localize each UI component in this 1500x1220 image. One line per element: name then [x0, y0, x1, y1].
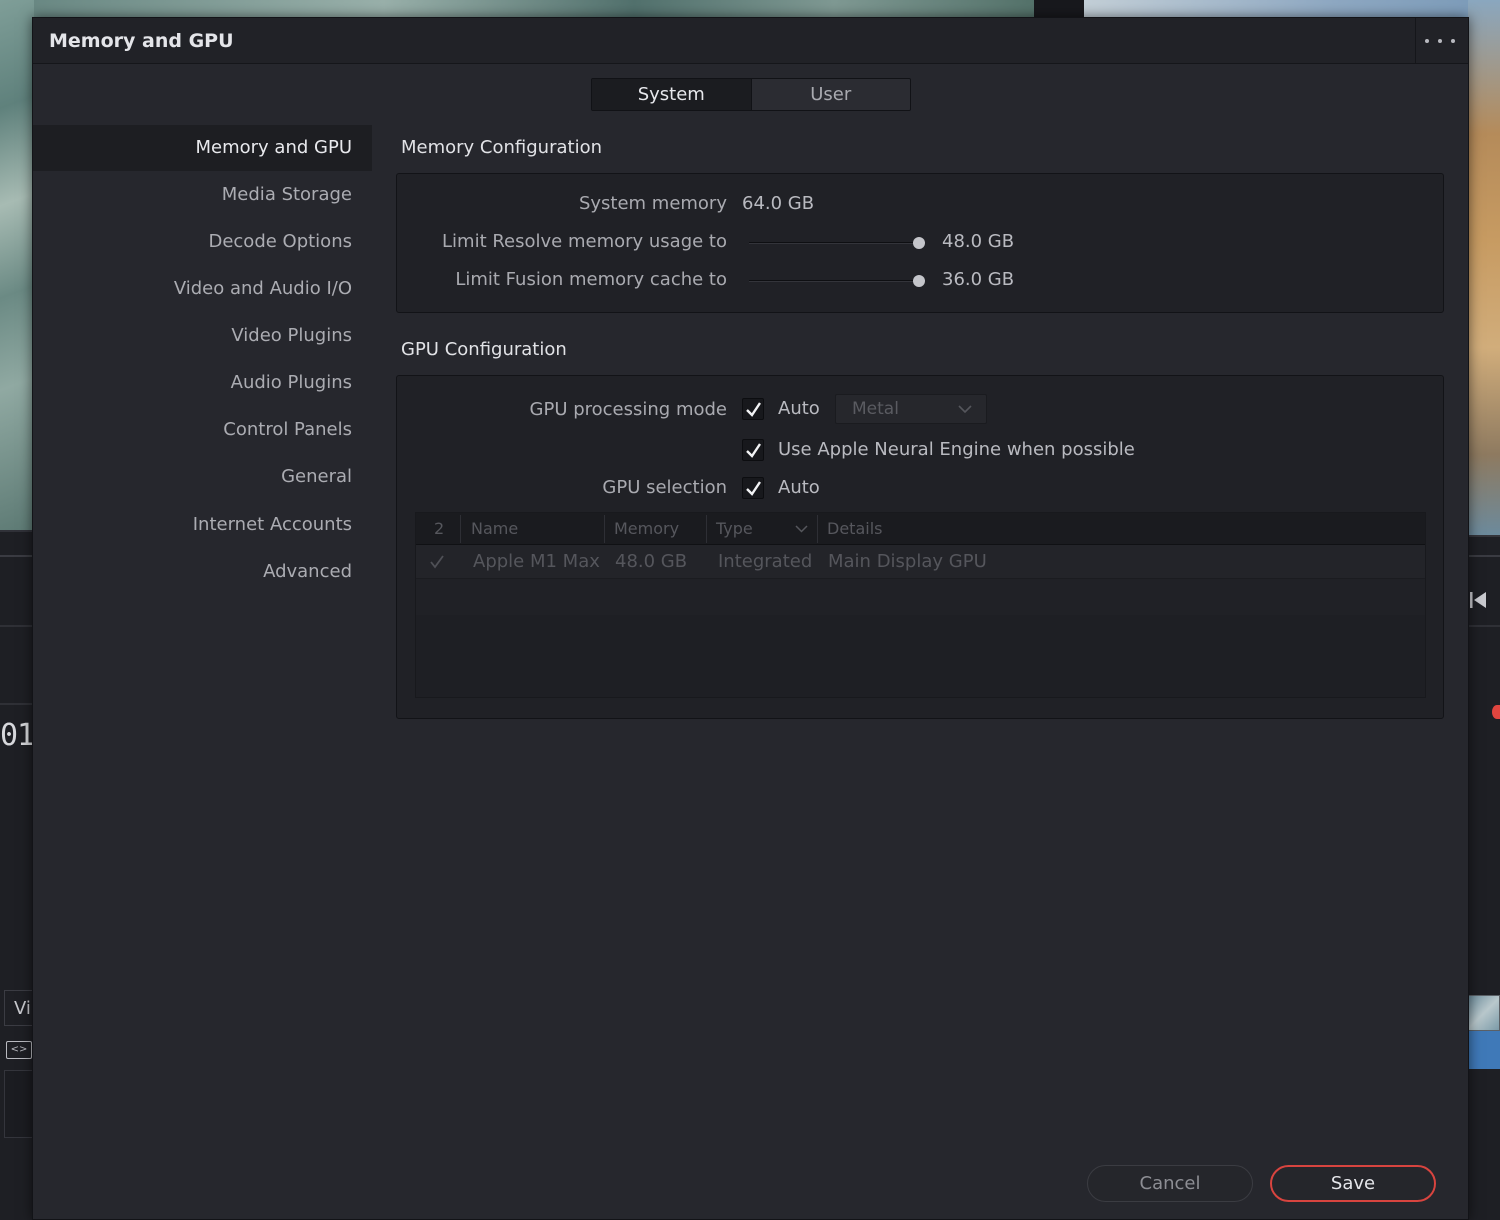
gpu-selection-label: GPU selection	[602, 477, 727, 498]
system-memory-label: System memory	[578, 193, 727, 214]
sidebar-item-video-plugins[interactable]: Video Plugins	[33, 313, 372, 359]
cancel-button[interactable]: Cancel	[1087, 1165, 1253, 1202]
background-clip-thumbnail	[1468, 995, 1500, 1031]
system-memory-value: 64.0 GB	[742, 193, 815, 214]
save-button[interactable]: Save	[1270, 1165, 1436, 1202]
slider-track	[749, 280, 919, 282]
dialog-titlebar: Memory and GPU	[33, 18, 1468, 64]
gpu-memory-cell: 48.0 GB	[615, 551, 688, 572]
titlebar-separator	[1415, 18, 1416, 64]
chevron-down-icon	[958, 405, 972, 413]
background-divider	[1034, 0, 1084, 18]
checkmark-icon	[430, 555, 444, 569]
sidebar-item-internet-accounts[interactable]: Internet Accounts	[33, 502, 372, 548]
slider-knob[interactable]	[913, 275, 925, 287]
sidebar-item-audio-plugins[interactable]: Audio Plugins	[33, 360, 372, 406]
sidebar-item-advanced[interactable]: Advanced	[33, 549, 372, 595]
slider-knob[interactable]	[913, 237, 925, 249]
sidebar-item-video-audio-io[interactable]: Video and Audio I/O	[33, 266, 372, 312]
table-row-empty	[416, 579, 1425, 615]
background-separator	[0, 703, 34, 705]
gpu-table-header: 2 Name Memory Type Details	[416, 513, 1425, 545]
gpu-details-cell: Main Display GPU	[828, 551, 987, 572]
gpu-type-cell: Integrated	[718, 551, 813, 572]
skip-to-start-icon	[1470, 592, 1486, 608]
background-track	[4, 1070, 34, 1138]
background-track-label: Vi	[14, 998, 31, 1019]
gpu-name-cell: Apple M1 Max	[473, 551, 600, 572]
gpu-selection-auto-checkbox[interactable]	[742, 477, 764, 499]
gpu-name-header[interactable]: Name	[471, 513, 518, 545]
sidebar-item-general[interactable]: General	[33, 454, 372, 500]
tab-system[interactable]: System	[592, 79, 752, 110]
sidebar-item-memory-and-gpu[interactable]: Memory and GPU	[33, 125, 372, 171]
gpu-processing-auto-checkbox[interactable]	[742, 398, 764, 420]
background-thumbnail-top	[1084, 0, 1500, 18]
gpu-type-header[interactable]: Type	[716, 513, 753, 545]
background-playhead-marker	[1492, 705, 1500, 719]
table-row: Apple M1 Max 48.0 GB Integrated Main Dis…	[416, 545, 1425, 579]
more-options-icon[interactable]	[1423, 30, 1457, 52]
gpu-table: 2 Name Memory Type Details Apple M1 Max …	[415, 512, 1426, 698]
background-viewer-image-top	[34, 0, 1034, 18]
preferences-tabs: System User	[591, 78, 911, 111]
background-clip-bar	[1468, 1031, 1500, 1069]
resolve-memory-limit-label: Limit Resolve memory usage to	[442, 231, 727, 252]
neural-engine-label: Use Apple Neural Engine when possible	[778, 439, 1135, 460]
gpu-configuration-title: GPU Configuration	[401, 339, 567, 360]
chevron-down-icon[interactable]	[795, 525, 808, 533]
tab-user[interactable]: User	[751, 79, 910, 110]
background-separator	[0, 555, 34, 557]
gpu-mode-dropdown-value: Metal	[852, 399, 899, 419]
background-viewer-image-right	[1468, 0, 1500, 535]
background-timecode: 01	[0, 718, 35, 753]
gpu-details-header[interactable]: Details	[827, 513, 882, 545]
gpu-processing-auto-label: Auto	[778, 398, 820, 419]
fusion-cache-limit-label: Limit Fusion memory cache to	[455, 269, 727, 290]
memory-configuration-title: Memory Configuration	[401, 137, 602, 158]
background-viewer-image	[0, 0, 34, 530]
preferences-dialog: Memory and GPU System User Memory and GP…	[32, 17, 1469, 1220]
background-separator	[0, 625, 34, 627]
neural-engine-checkbox[interactable]	[742, 439, 764, 461]
sidebar-item-media-storage[interactable]: Media Storage	[33, 172, 372, 218]
background-separator	[1468, 625, 1500, 627]
memory-configuration-panel: System memory 64.0 GB Limit Resolve memo…	[396, 173, 1444, 313]
background-separator	[1468, 555, 1500, 557]
resolve-memory-limit-value: 48.0 GB	[942, 231, 1015, 252]
sidebar-item-decode-options[interactable]: Decode Options	[33, 219, 372, 265]
slider-track	[749, 242, 919, 244]
gpu-processing-mode-label: GPU processing mode	[529, 399, 727, 420]
clip-link-icon: <>	[6, 1041, 32, 1059]
gpu-selection-auto-label: Auto	[778, 477, 820, 498]
resolve-memory-slider[interactable]	[749, 236, 925, 250]
sidebar-item-control-panels[interactable]: Control Panels	[33, 407, 372, 453]
fusion-cache-slider[interactable]	[749, 274, 925, 288]
background-right-panel	[1468, 535, 1500, 1220]
gpu-count-header: 2	[434, 519, 445, 538]
gpu-mode-dropdown: Metal	[835, 394, 987, 424]
fusion-cache-limit-value: 36.0 GB	[942, 269, 1015, 290]
gpu-memory-header[interactable]: Memory	[614, 513, 679, 545]
dialog-title: Memory and GPU	[49, 30, 234, 52]
